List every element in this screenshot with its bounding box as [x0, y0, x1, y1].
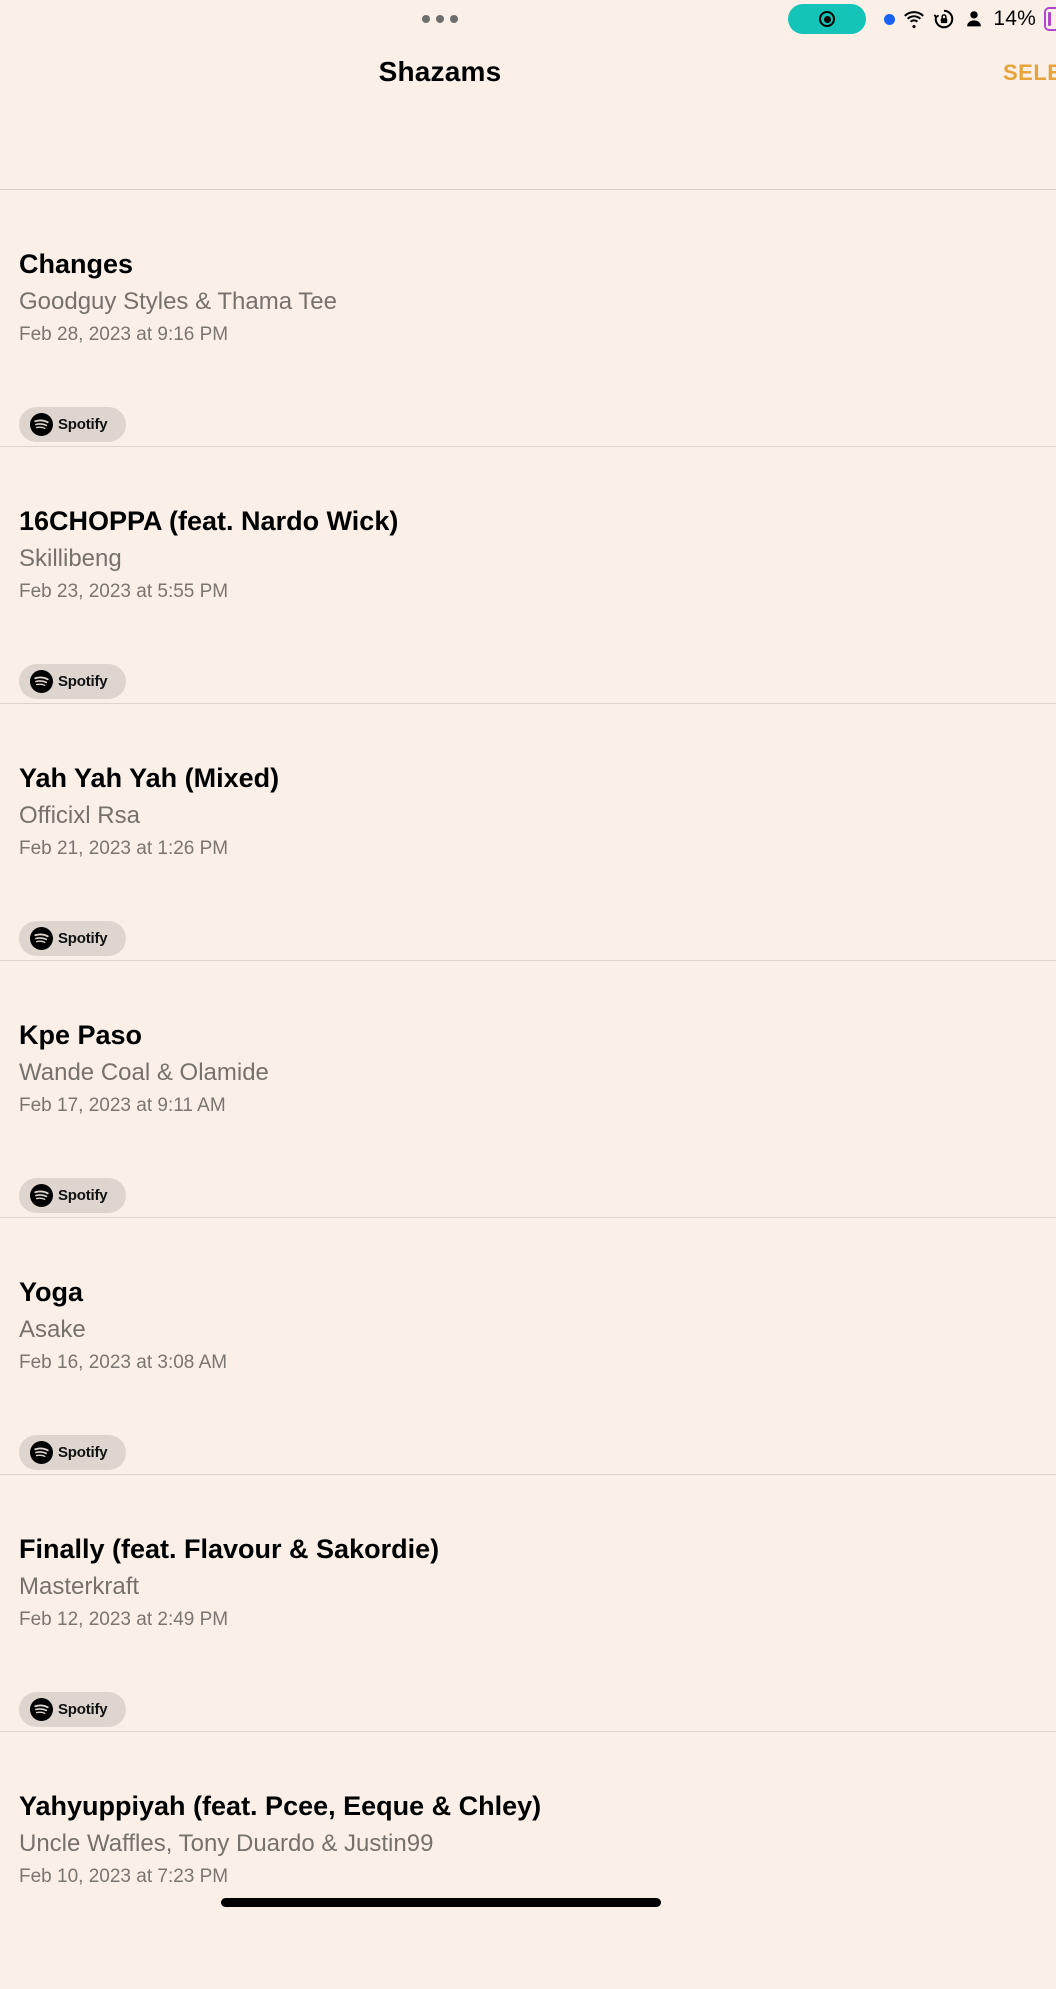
list-item[interactable]: Kpe Paso Wande Coal & Olamide Feb 17, 20… [0, 961, 1056, 1218]
track-artist: Uncle Waffles, Tony Duardo & Justin99 [19, 1830, 434, 1857]
track-date: Feb 12, 2023 at 2:49 PM [19, 1609, 229, 1630]
spotify-icon [30, 670, 53, 693]
track-date: Feb 21, 2023 at 1:26 PM [19, 838, 229, 859]
spotify-label: Spotify [58, 1701, 108, 1718]
track-title: 16CHOPPA (feat. Nardo Wick) [19, 506, 399, 536]
track-artist: Wande Coal & Olamide [19, 1059, 269, 1086]
track-title: Yahyuppiyah (feat. Pcee, Eeque & Chley) [19, 1791, 542, 1821]
track-title: Yah Yah Yah (Mixed) [19, 763, 280, 793]
spotify-label: Spotify [58, 1444, 108, 1461]
track-artist: Skillibeng [19, 545, 122, 572]
spotify-icon [30, 1441, 53, 1464]
location-dot [884, 13, 896, 25]
track-title: Finally (feat. Flavour & Sakordie) [19, 1534, 440, 1564]
track-title: Changes [19, 249, 134, 279]
spotify-button[interactable]: Spotify [19, 664, 126, 699]
status-bar: 14% [0, 0, 1056, 40]
spotify-label: Spotify [58, 416, 108, 433]
select-button[interactable]: SELE [1003, 60, 1056, 86]
spotify-label: Spotify [58, 673, 108, 690]
track-date: Feb 23, 2023 at 5:55 PM [19, 581, 229, 602]
screen-lock-rotation-icon [934, 9, 954, 29]
list-item[interactable]: 16CHOPPA (feat. Nardo Wick) Skillibeng F… [0, 447, 1056, 704]
track-date: Feb 17, 2023 at 9:11 AM [19, 1095, 226, 1116]
track-date: Feb 16, 2023 at 3:08 AM [19, 1352, 228, 1373]
person-icon [967, 11, 982, 27]
track-date: Feb 10, 2023 at 7:23 PM [19, 1866, 229, 1887]
spotify-button[interactable]: Spotify [19, 921, 126, 956]
battery-icon [1044, 7, 1056, 31]
screen-record-indicator[interactable] [788, 4, 867, 34]
track-artist: Officixl Rsa [19, 802, 140, 829]
multitasking-dots-icon[interactable] [422, 14, 460, 24]
page-title: Shazams [378, 56, 502, 87]
list-item[interactable]: Finally (feat. Flavour & Sakordie) Maste… [0, 1475, 1056, 1732]
track-artist: Goodguy Styles & Thama Tee [19, 288, 337, 315]
track-artist: Asake [19, 1316, 86, 1343]
spotify-icon [30, 1184, 53, 1207]
wifi-icon [904, 11, 925, 29]
list-item[interactable]: Yah Yah Yah (Mixed) Officixl Rsa Feb 21,… [0, 704, 1056, 961]
list-item[interactable]: Yahyuppiyah (feat. Pcee, Eeque & Chley) … [0, 1732, 1056, 1989]
spotify-icon [30, 413, 53, 436]
track-artist: Masterkraft [19, 1573, 140, 1600]
shazam-list: Changes Goodguy Styles & Thama Tee Feb 2… [0, 190, 1056, 1989]
status-indicators: 14% [788, 4, 1056, 34]
list-item[interactable]: Yoga Asake Feb 16, 2023 at 3:08 AM Spoti… [0, 1218, 1056, 1475]
spotify-label: Spotify [58, 1187, 108, 1204]
spotify-button[interactable]: Spotify [19, 1435, 126, 1470]
spotify-button[interactable]: Spotify [19, 407, 126, 442]
spotify-icon [30, 927, 53, 950]
battery-percent: 14% [993, 7, 1036, 30]
track-title: Yoga [19, 1277, 84, 1307]
spotify-button[interactable]: Spotify [19, 1692, 126, 1727]
spotify-icon [30, 1698, 53, 1721]
spotify-button[interactable]: Spotify [19, 1178, 126, 1213]
list-item[interactable]: Changes Goodguy Styles & Thama Tee Feb 2… [0, 190, 1056, 447]
home-indicator[interactable] [221, 1898, 661, 1907]
track-date: Feb 28, 2023 at 9:16 PM [19, 324, 229, 345]
spotify-label: Spotify [58, 930, 108, 947]
screen-record-icon [819, 11, 836, 27]
track-title: Kpe Paso [19, 1020, 143, 1050]
